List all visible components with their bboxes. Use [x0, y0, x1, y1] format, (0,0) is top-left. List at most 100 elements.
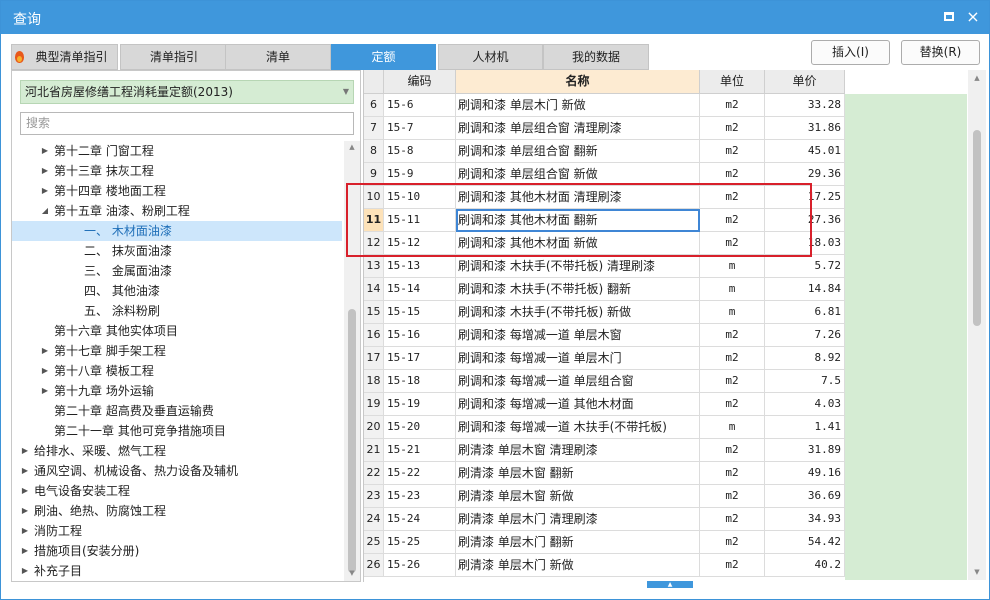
- row-number[interactable]: 13: [364, 255, 384, 278]
- column-header-price[interactable]: 单价: [765, 70, 845, 94]
- row-number[interactable]: 19: [364, 393, 384, 416]
- unit-cell[interactable]: m2: [700, 186, 765, 209]
- code-cell[interactable]: 15-15: [384, 301, 456, 324]
- code-cell[interactable]: 15-6: [384, 94, 456, 117]
- collapsed-arrow-icon[interactable]: ▶: [20, 461, 30, 481]
- code-cell[interactable]: 15-25: [384, 531, 456, 554]
- scrollbar-thumb[interactable]: [348, 309, 356, 573]
- code-cell[interactable]: 15-12: [384, 232, 456, 255]
- name-cell[interactable]: 刷清漆 单层木窗 翻新: [456, 462, 700, 485]
- tree-item[interactable]: 第二十一章 其他可竞争措施项目: [12, 421, 342, 441]
- insert-button[interactable]: 插入(I): [811, 40, 890, 65]
- unit-cell[interactable]: m2: [700, 370, 765, 393]
- close-icon[interactable]: ×: [963, 7, 983, 27]
- table-row[interactable]: 7 15-7 刷调和漆 单层组合窗 清理刷漆 m2 31.86: [364, 117, 845, 140]
- tab-bill-guide[interactable]: 清单指引: [120, 44, 228, 70]
- name-cell[interactable]: 刷清漆 单层木窗 新做: [456, 485, 700, 508]
- name-cell[interactable]: 刷调和漆 单层木门 新做: [456, 94, 700, 117]
- unit-cell[interactable]: m: [700, 255, 765, 278]
- table-row[interactable]: 12 15-12 刷调和漆 其他木材面 新做 m2 18.03: [364, 232, 845, 255]
- name-cell[interactable]: 刷清漆 单层木门 清理刷漆: [456, 508, 700, 531]
- column-header-unit[interactable]: 单位: [700, 70, 765, 94]
- unit-cell[interactable]: m2: [700, 324, 765, 347]
- code-cell[interactable]: 15-18: [384, 370, 456, 393]
- tree-item[interactable]: ▶ 给排水、采暖、燃气工程: [12, 441, 342, 461]
- collapsed-arrow-icon[interactable]: ▶: [40, 161, 50, 181]
- replace-button[interactable]: 替换(R): [901, 40, 980, 65]
- name-cell[interactable]: 刷调和漆 每增减一道 单层木门: [456, 347, 700, 370]
- code-cell[interactable]: 15-22: [384, 462, 456, 485]
- unit-cell[interactable]: m: [700, 301, 765, 324]
- unit-cell[interactable]: m2: [700, 393, 765, 416]
- table-row[interactable]: 15 15-15 刷调和漆 木扶手(不带托板) 新做 m 6.81: [364, 301, 845, 324]
- tree-item[interactable]: 一、 木材面油漆: [12, 221, 342, 241]
- name-cell[interactable]: 刷调和漆 其他木材面 清理刷漆: [456, 186, 700, 209]
- price-cell[interactable]: 8.92: [765, 347, 845, 370]
- row-number[interactable]: 9: [364, 163, 384, 186]
- table-row[interactable]: 14 15-14 刷调和漆 木扶手(不带托板) 翻新 m 14.84: [364, 278, 845, 301]
- tree-item[interactable]: ▶ 第十九章 场外运输: [12, 381, 342, 401]
- price-cell[interactable]: 54.42: [765, 531, 845, 554]
- name-cell[interactable]: 刷调和漆 其他木材面 新做: [456, 232, 700, 255]
- row-number[interactable]: 14: [364, 278, 384, 301]
- code-cell[interactable]: 15-8: [384, 140, 456, 163]
- collapsed-arrow-icon[interactable]: ▶: [20, 441, 30, 461]
- tree-scrollbar[interactable]: ▲ ▼: [344, 141, 360, 581]
- library-select[interactable]: 河北省房屋修缮工程消耗量定额(2013) ▼: [20, 80, 354, 104]
- unit-cell[interactable]: m2: [700, 209, 765, 232]
- price-cell[interactable]: 34.93: [765, 508, 845, 531]
- scroll-up-icon[interactable]: ▲: [347, 143, 357, 151]
- row-number[interactable]: 15: [364, 301, 384, 324]
- collapsed-arrow-icon[interactable]: ▶: [40, 361, 50, 381]
- scroll-down-icon[interactable]: ▼: [347, 569, 357, 577]
- table-row[interactable]: 25 15-25 刷清漆 单层木门 翻新 m2 54.42: [364, 531, 845, 554]
- unit-cell[interactable]: m2: [700, 140, 765, 163]
- tree-item[interactable]: ▶ 第十三章 抹灰工程: [12, 161, 342, 181]
- tree-item[interactable]: ▶ 电气设备安装工程: [12, 481, 342, 501]
- tab-my-data[interactable]: 我的数据: [543, 44, 649, 70]
- code-cell[interactable]: 15-14: [384, 278, 456, 301]
- row-number[interactable]: 20: [364, 416, 384, 439]
- unit-cell[interactable]: m2: [700, 531, 765, 554]
- table-row[interactable]: 21 15-21 刷清漆 单层木窗 清理刷漆 m2 31.89: [364, 439, 845, 462]
- name-cell[interactable]: 刷调和漆 每增减一道 其他木材面: [456, 393, 700, 416]
- tree-item[interactable]: ▶ 第十二章 门窗工程: [12, 141, 342, 161]
- code-cell[interactable]: 15-13: [384, 255, 456, 278]
- row-number[interactable]: 11: [364, 209, 384, 232]
- row-number[interactable]: 17: [364, 347, 384, 370]
- tab-labor-material-machine[interactable]: 人材机: [438, 44, 543, 70]
- code-cell[interactable]: 15-16: [384, 324, 456, 347]
- code-cell[interactable]: 15-23: [384, 485, 456, 508]
- collapsed-arrow-icon[interactable]: ▶: [20, 561, 30, 581]
- unit-cell[interactable]: m2: [700, 462, 765, 485]
- tree-item[interactable]: ▶ 第十七章 脚手架工程: [12, 341, 342, 361]
- row-number[interactable]: 26: [364, 554, 384, 577]
- tree-item[interactable]: 第十六章 其他实体项目: [12, 321, 342, 341]
- expanded-arrow-icon[interactable]: ◢: [40, 201, 50, 221]
- collapsed-arrow-icon[interactable]: ▶: [20, 501, 30, 521]
- name-cell[interactable]: 刷清漆 单层木门 新做: [456, 554, 700, 577]
- unit-cell[interactable]: m2: [700, 439, 765, 462]
- price-cell[interactable]: 29.36: [765, 163, 845, 186]
- unit-cell[interactable]: m2: [700, 508, 765, 531]
- price-cell[interactable]: 49.16: [765, 462, 845, 485]
- code-cell[interactable]: 15-26: [384, 554, 456, 577]
- search-input[interactable]: 搜索: [20, 112, 354, 135]
- table-row[interactable]: 26 15-26 刷清漆 单层木门 新做 m2 40.2: [364, 554, 845, 577]
- unit-cell[interactable]: m: [700, 278, 765, 301]
- unit-cell[interactable]: m2: [700, 485, 765, 508]
- scrollbar-thumb[interactable]: [973, 130, 981, 326]
- unit-cell[interactable]: m2: [700, 163, 765, 186]
- name-cell[interactable]: 刷调和漆 其他木材面 翻新: [456, 209, 700, 232]
- unit-cell[interactable]: m2: [700, 554, 765, 577]
- code-cell[interactable]: 15-19: [384, 393, 456, 416]
- price-cell[interactable]: 4.03: [765, 393, 845, 416]
- code-cell[interactable]: 15-10: [384, 186, 456, 209]
- scroll-up-icon[interactable]: ▲: [972, 74, 982, 82]
- price-cell[interactable]: 1.41: [765, 416, 845, 439]
- name-cell[interactable]: 刷清漆 单层木窗 清理刷漆: [456, 439, 700, 462]
- row-number[interactable]: 24: [364, 508, 384, 531]
- name-cell[interactable]: 刷调和漆 每增减一道 木扶手(不带托板): [456, 416, 700, 439]
- name-cell[interactable]: 刷调和漆 木扶手(不带托板) 清理刷漆: [456, 255, 700, 278]
- tab-typical-bill-guide[interactable]: 典型清单指引: [11, 44, 118, 70]
